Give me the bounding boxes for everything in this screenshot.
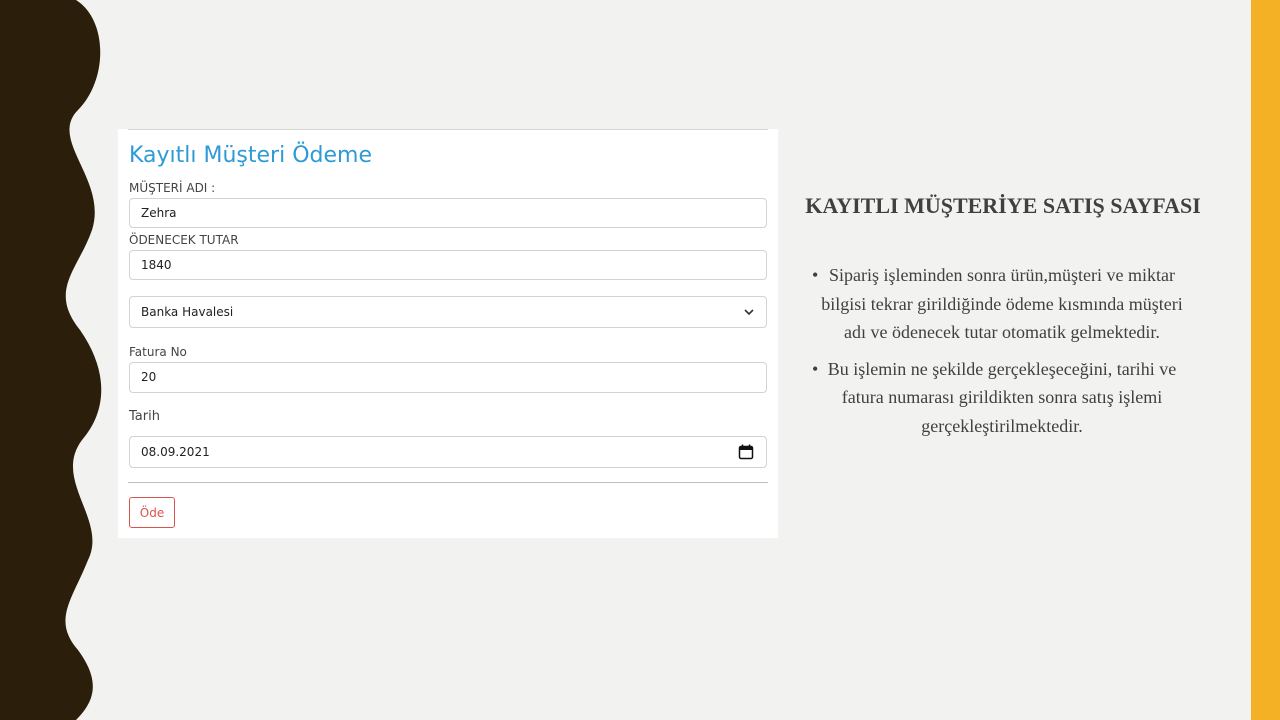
invoice-input[interactable]: 20 [129, 362, 767, 393]
chevron-down-icon [744, 309, 754, 316]
amount-label: ÖDENECEK TUTAR [129, 233, 239, 247]
wave-decoration [0, 0, 102, 720]
bullet-item: Sipariş işleminden sonra ürün,müşteri ve… [812, 261, 1192, 347]
form-title: Kayıtlı Müşteri Ödeme [129, 143, 372, 168]
payment-form-screenshot: Kayıtlı Müşteri Ödeme MÜŞTERİ ADI : Zehr… [118, 129, 778, 538]
customer-name-input[interactable]: Zehra [129, 198, 767, 228]
date-label: Tarih [129, 409, 160, 424]
invoice-value: 20 [141, 370, 157, 384]
accent-bar [1251, 0, 1280, 720]
amount-input[interactable]: 1840 [129, 250, 767, 280]
date-value: 08.09.2021 [141, 445, 210, 459]
date-input[interactable]: 08.09.2021 [129, 436, 767, 468]
payment-method-select[interactable]: Banka Havalesi [129, 296, 767, 328]
pay-button[interactable]: Öde [129, 497, 175, 528]
payment-method-value: Banka Havalesi [141, 305, 234, 319]
invoice-label: Fatura No [129, 345, 187, 359]
customer-name-value: Zehra [141, 206, 177, 220]
calendar-icon[interactable] [738, 444, 754, 460]
amount-value: 1840 [141, 258, 172, 272]
bullet-item: Bu işlemin ne şekilde gerçekleşeceğini, … [812, 355, 1192, 441]
bullet-list: Sipariş işleminden sonra ürün,müşteri ve… [812, 261, 1192, 448]
slide-title: KAYITLI MÜŞTERİYE SATIŞ SAYFASI [805, 193, 1201, 218]
bottom-divider [128, 482, 768, 483]
customer-name-label: MÜŞTERİ ADI : [129, 181, 216, 195]
top-divider [128, 129, 768, 130]
